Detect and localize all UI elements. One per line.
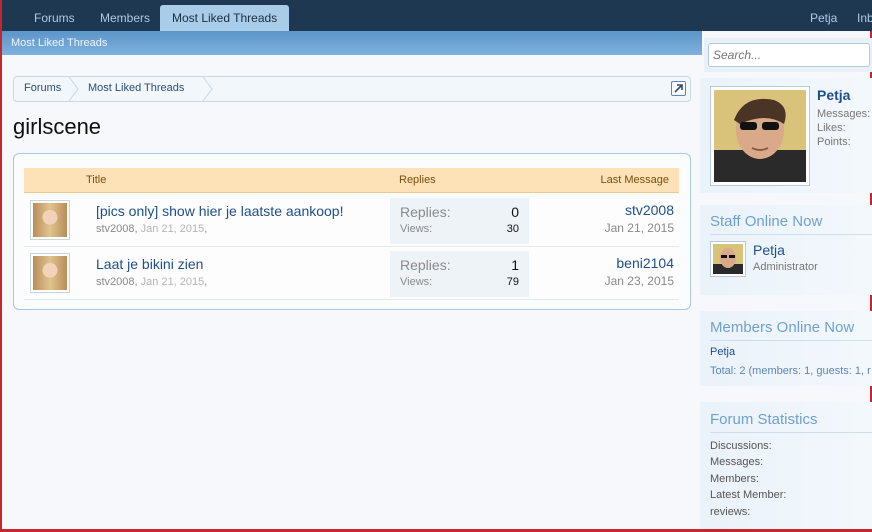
stat-members-label: Members: [710,473,759,485]
last-message-date[interactable]: Jan 23, 2015 [605,274,674,288]
staff-avatar[interactable] [710,241,746,277]
replies-count: 0 [511,204,519,220]
avatar[interactable] [30,253,70,293]
divider [710,340,872,341]
stat-latest-member-label: Latest Member: [710,489,787,501]
divider [710,432,872,433]
thread-row: Laat je bikini zien stv2008, Jan 21, 201… [24,247,679,300]
avatar[interactable] [30,200,70,240]
views-label: Views: [400,223,433,235]
sub-navigation: Most Liked Threads [2,31,702,55]
column-title[interactable]: Title [86,174,106,186]
stat-messages-label: Messages: [710,456,764,468]
staff-online-title: Staff Online Now [710,213,823,230]
breadcrumb-separator-icon [69,77,79,101]
nav-inbox[interactable]: Inb [857,5,872,31]
members-online-panel: Members Online Now Petja Total: 2 (membe… [700,311,872,386]
views-count: 30 [506,223,519,235]
nav-user-petja[interactable]: Petja [810,5,837,31]
thread-title[interactable]: [pics only] show hier je laatste aankoop… [96,203,343,219]
thread-date: Jan 21, 2015 [140,276,205,288]
subnav-most-liked-threads[interactable]: Most Liked Threads [11,37,107,49]
last-message-user[interactable]: stv2008 [625,202,674,218]
profile-likes-label: Likes: [817,122,846,134]
breadcrumb-separator-icon [203,77,213,101]
thread-meta: stv2008, Jan 21, 2015, [96,223,208,235]
replies-label: Replies: [400,257,451,273]
column-replies[interactable]: Replies [399,174,436,186]
thread-date: Jan 21, 2015 [140,223,205,235]
search-input[interactable] [708,43,870,67]
divider [710,234,872,235]
thread-stats: Replies: 1 Views: 79 [390,251,529,297]
views-label: Views: [400,276,433,288]
last-message-date[interactable]: Jan 21, 2015 [605,221,674,235]
thread-meta: stv2008, Jan 21, 2015, [96,276,208,288]
thread-stats: Replies: 0 Views: 30 [390,198,529,244]
profile-avatar[interactable] [710,86,810,186]
nav-tab-members[interactable]: Members [100,5,150,31]
staff-username[interactable]: Petja [753,242,785,258]
profile-messages-label: Messages: [817,108,871,120]
profile-username[interactable]: Petja [817,87,850,103]
replies-label: Replies: [400,204,451,220]
views-count: 79 [506,276,519,288]
last-message-user[interactable]: beni2104 [616,255,674,271]
forum-statistics-panel: Forum Statistics Discussions: Messages: … [700,402,872,529]
thread-list: Title Replies Last Message [pics only] s… [13,153,691,310]
thread-title[interactable]: Laat je bikini zien [96,256,203,272]
stat-discussions-label: Discussions: [710,440,772,452]
members-online-title: Members Online Now [710,319,855,336]
breadcrumb: Forums Most Liked Threads [13,76,691,102]
window-border-left [0,0,2,532]
forum-statistics-title: Forum Statistics [710,411,818,428]
breadcrumb-forums[interactable]: Forums [24,82,61,94]
staff-online-panel: Staff Online Now Petja Administrator [700,205,872,295]
profile-photo-icon [714,90,806,182]
breadcrumb-most-liked-threads[interactable]: Most Liked Threads [88,82,184,94]
jump-to-page-icon[interactable] [671,81,686,96]
thread-row: [pics only] show hier je laatste aankoop… [24,194,679,247]
staff-role: Administrator [753,261,818,273]
nav-tab-most-liked-threads[interactable]: Most Liked Threads [160,5,290,31]
profile-points-label: Points: [817,136,851,148]
online-member-link[interactable]: Petja [710,346,735,358]
page-title: girlscene [13,114,102,139]
thread-author[interactable]: stv2008 [96,276,135,288]
stat-reviews-label: reviews: [710,506,751,518]
thread-list-header: Title Replies Last Message [24,168,679,193]
column-last-message[interactable]: Last Message [601,174,669,186]
thread-author[interactable]: stv2008 [96,223,135,235]
online-total: Total: 2 (members: 1, guests: 1, r [710,365,871,377]
staff-photo-icon [713,244,743,274]
nav-tab-forums[interactable]: Forums [34,5,75,31]
replies-count: 1 [511,257,519,273]
top-navigation: Forums Members Most Liked Threads Petja … [2,0,872,31]
visitor-panel: Petja Messages: Likes: Points: [700,78,872,193]
